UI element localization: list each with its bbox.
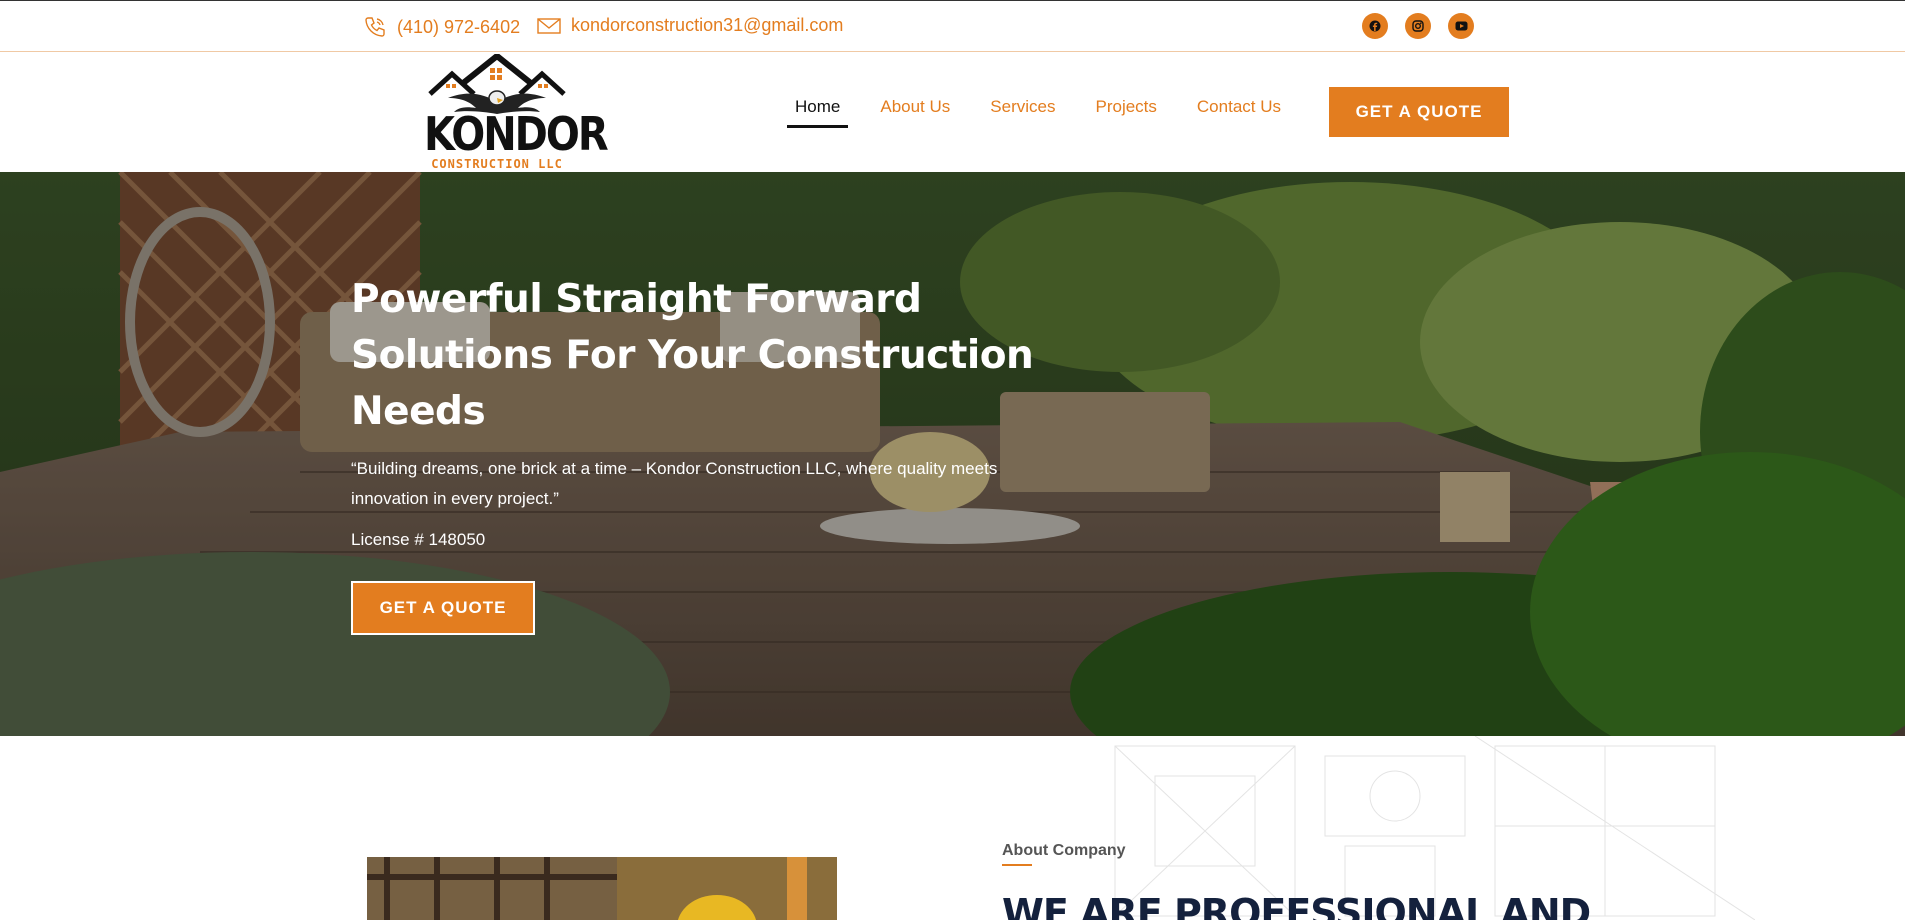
logo-subtitle: CONSTRUCTION LLC xyxy=(431,157,563,171)
about-section: About Company WE ARE PROFESSIONAL AND xyxy=(0,736,1905,920)
nav-item-contact-us[interactable]: Contact Us xyxy=(1189,92,1289,128)
hero-title-line-3: Needs xyxy=(351,389,486,434)
site-logo[interactable]: KONDOR CONSTRUCTION LLC xyxy=(424,54,609,172)
eagle-roof-emblem xyxy=(428,54,566,114)
instagram-icon[interactable] xyxy=(1405,13,1431,39)
logo-wordmark: KONDOR xyxy=(424,108,609,162)
hero-title: Powerful Straight Forward Solutions For … xyxy=(351,272,1051,440)
top-contact-bar: (410) 972-6402 kondorconstruction31@gmai… xyxy=(0,0,1905,52)
about-label-underline xyxy=(1002,864,1032,866)
main-navigation: Home About Us Services Projects Contact … xyxy=(787,92,1313,128)
phone-contact[interactable]: (410) 972-6402 xyxy=(363,15,520,39)
youtube-icon[interactable] xyxy=(1448,13,1474,39)
facebook-icon[interactable] xyxy=(1362,13,1388,39)
nav-item-home[interactable]: Home xyxy=(787,92,849,128)
envelope-icon xyxy=(537,17,561,34)
hero-title-line-1: Powerful Straight Forward xyxy=(351,277,922,322)
get-quote-header-button[interactable]: GET A QUOTE xyxy=(1329,87,1509,137)
hero-title-line-2: Solutions For Your Construction xyxy=(351,333,1034,378)
hero-banner: Powerful Straight Forward Solutions For … xyxy=(0,172,1905,736)
email-address[interactable]: kondorconstruction31@gmail.com xyxy=(571,15,843,36)
about-heading: WE ARE PROFESSIONAL AND xyxy=(1002,891,1591,920)
email-contact[interactable]: kondorconstruction31@gmail.com xyxy=(537,15,843,36)
phone-number[interactable]: (410) 972-6402 xyxy=(397,17,520,38)
nav-item-services[interactable]: Services xyxy=(982,92,1063,128)
site-header: KONDOR CONSTRUCTION LLC Home About Us Se… xyxy=(0,52,1905,172)
about-section-label: About Company xyxy=(1002,842,1126,859)
license-number: License # 148050 xyxy=(351,530,486,549)
nav-item-projects[interactable]: Projects xyxy=(1087,92,1164,128)
social-links xyxy=(1362,13,1474,39)
phone-icon xyxy=(365,17,385,37)
hero-tagline: “Building dreams, one brick at a time – … xyxy=(351,459,998,508)
get-quote-hero-button[interactable]: GET A QUOTE xyxy=(351,581,535,635)
nav-item-about-us[interactable]: About Us xyxy=(872,92,958,128)
about-worker-photo xyxy=(367,857,837,920)
